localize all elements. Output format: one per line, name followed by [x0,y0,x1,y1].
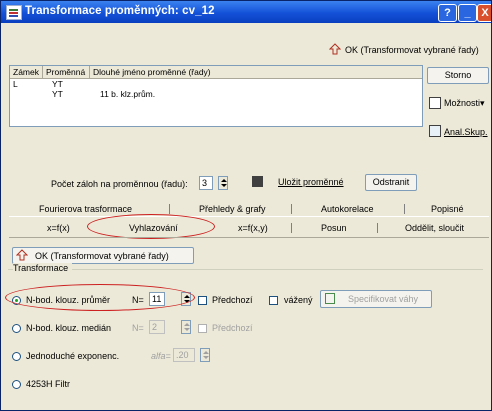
row-long-name: 11 b. klz.prům. [100,89,156,99]
list-header: Zámek Proměnná Dlouhé jméno proměnné (řa… [10,66,422,79]
list-row[interactable]: YT 11 b. klz.prům. [10,89,422,99]
exponential-radio[interactable] [12,352,21,361]
analysis-button[interactable]: Anal.Skup. [427,124,491,142]
tab-autocorrelation[interactable]: Autokorelace [321,204,374,214]
cancel-button[interactable]: Storno [427,67,489,84]
ok-transform-label: OK (Transformovat vybrané řady) [35,251,169,261]
remove-button[interactable]: Odstranit [365,174,417,191]
app-icon [6,5,22,20]
save-icon [252,176,263,187]
up-arrow-icon [328,43,342,57]
alpha-spinner[interactable] [200,348,210,362]
up-arrow-icon [15,249,29,263]
header-lock[interactable]: Zámek [13,67,39,77]
tab-fourier[interactable]: Fourierova trasformace [39,204,132,214]
tab-xfx[interactable]: x=f(x) [47,223,70,233]
backups-label: Počet záloh na proměnnou (řadu): [51,179,188,189]
group-title: Transformace [13,263,73,273]
header-variable[interactable]: Proměnná [46,67,85,77]
alpha-input[interactable]: .20 [173,348,195,362]
exponential-label[interactable]: Jednoduché exponenc. [26,351,119,361]
close-button[interactable]: X [477,4,491,22]
moving-average-previous-checkbox[interactable] [198,296,207,305]
tab-descriptive[interactable]: Popisné [431,204,464,214]
ok-top-button[interactable]: OK (Transformovat vybrané řady) [325,43,489,59]
filter-4253h-label[interactable]: 4253H Filtr [26,379,70,389]
highlight-oval-tab [87,214,215,239]
row-variable: YT [52,89,63,99]
alpha-label: alfa= [151,351,171,361]
ok-top-label: OK (Transformovat vybrané řady) [345,45,479,55]
list-row[interactable]: L YT [10,79,422,89]
tab-shift[interactable]: Posun [321,223,347,233]
minimize-button[interactable]: _ [458,4,477,22]
variable-list[interactable]: Zámek Proměnná Dlouhé jméno proměnné (řa… [9,65,423,127]
moving-median-n-spinner[interactable] [181,320,191,334]
analysis-label: Anal.Skup. [444,127,488,137]
moving-median-label[interactable]: N-bod. klouz. medián [26,323,111,333]
moving-median-n-label: N= [132,323,144,333]
header-long-name[interactable]: Dlouhé jméno proměnné (řady) [93,67,211,77]
backups-count-input[interactable]: 3 [199,176,213,190]
ok-transform-button[interactable]: OK (Transformovat vybrané řady) [12,247,194,264]
moving-average-previous-label: Předchozí [212,295,253,305]
options-label: Možnosti▾ [444,98,485,108]
weights-icon [325,293,335,304]
save-variables-button[interactable]: Uložit proměnné [248,174,350,191]
weighted-label: vážený [284,295,313,305]
row-lock: L [13,79,18,89]
highlight-oval-option [5,284,195,311]
options-button[interactable]: Možnosti▾ [427,95,491,113]
tab-split-merge[interactable]: Oddělit, sloučit [405,223,464,233]
dialog-window: Transformace proměnných: cv_12 ? _ X OK … [0,0,492,411]
moving-median-previous-checkbox[interactable] [198,324,207,333]
weighted-checkbox[interactable] [269,296,278,305]
help-button[interactable]: ? [438,4,457,22]
moving-median-radio[interactable] [12,324,21,333]
save-variables-label: Uložit proměnné [278,177,344,187]
window-title: Transformace proměnných: cv_12 [25,5,215,17]
backups-spinner[interactable] [218,176,228,190]
specify-weights-label: Specifikovat váhy [348,294,419,304]
moving-median-n-input[interactable]: 2 [149,320,165,334]
row-variable: YT [52,79,63,89]
title-bar[interactable]: Transformace proměnných: cv_12 ? _ X [1,1,491,23]
specify-weights-button[interactable]: Specifikovat váhy [320,290,432,308]
tab-xfxy[interactable]: x=f(x,y) [238,223,268,233]
filter-4253h-radio[interactable] [12,380,21,389]
tab-overviews[interactable]: Přehledy & grafy [199,204,266,214]
analysis-icon [429,125,441,137]
options-icon [429,97,441,109]
moving-median-previous-label: Předchozí [212,323,253,333]
